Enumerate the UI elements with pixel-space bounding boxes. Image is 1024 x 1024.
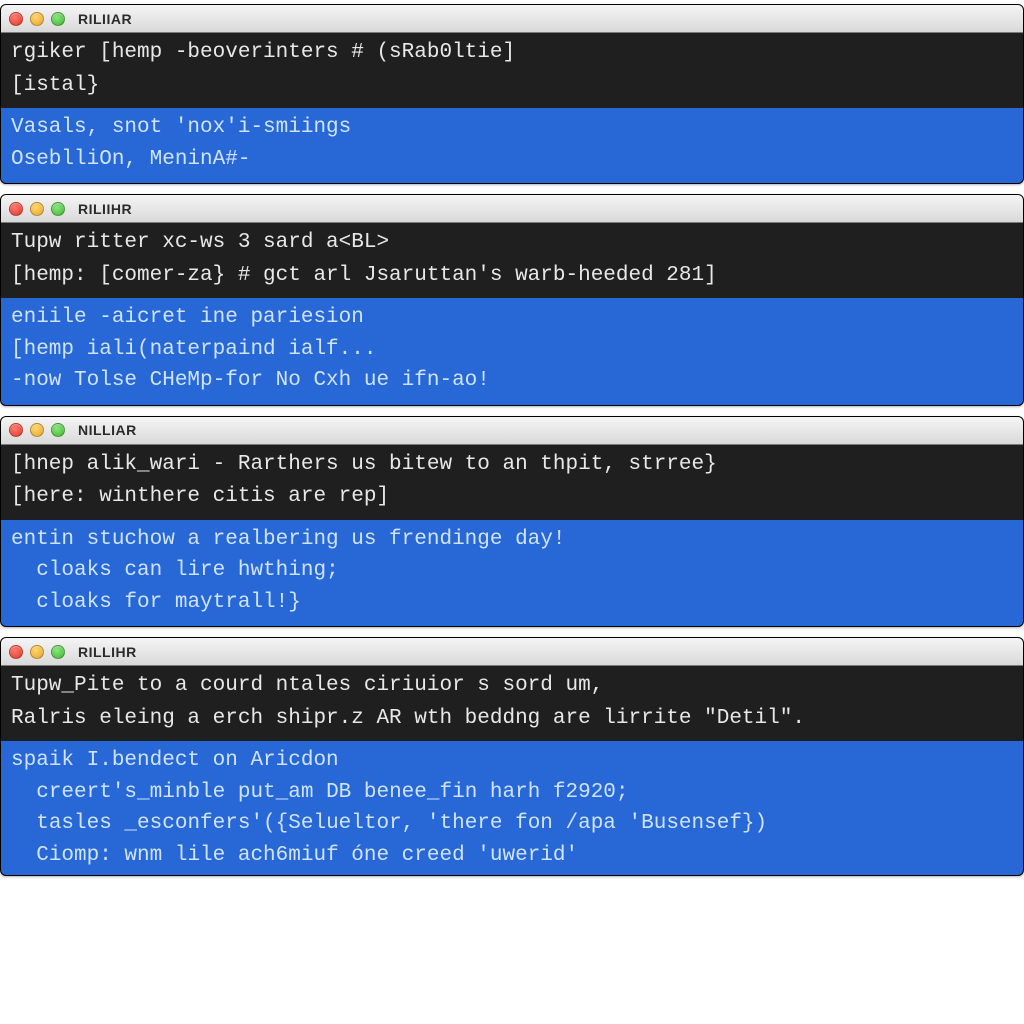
terminal-window: RILLIHR Tupw_Pite to a courd ntales ciri… [0,637,1024,876]
window-title: RILLIHR [78,644,137,660]
terminal-body[interactable]: Tupw ritter xc-ws 3 sard a<BL> [hemp: [c… [1,223,1023,405]
window-title: RILIIAR [78,11,132,27]
titlebar[interactable]: RILIIHR [1,195,1023,223]
terminal-window: NILLIAR [hnep alik_wari - Rarthers us bi… [0,416,1024,628]
minimize-icon[interactable] [30,202,44,216]
maximize-icon[interactable] [51,202,65,216]
output-block: entin stuchow a realbering us frendinge … [1,520,1023,627]
titlebar[interactable]: RILIIAR [1,5,1023,33]
window-title: RILIIHR [78,201,132,217]
window-title: NILLIAR [78,422,137,438]
maximize-icon[interactable] [51,12,65,26]
command-line[interactable]: rgiker [hemp -beoverinters # (sRab0ltie]… [1,33,1023,108]
close-icon[interactable] [9,202,23,216]
close-icon[interactable] [9,423,23,437]
minimize-icon[interactable] [30,645,44,659]
command-line[interactable]: [hnep alik_wari - Rarthers us bitew to a… [1,445,1023,520]
close-icon[interactable] [9,645,23,659]
minimize-icon[interactable] [30,423,44,437]
terminal-window: RILIIAR rgiker [hemp -beoverinters # (sR… [0,4,1024,184]
titlebar[interactable]: RILLIHR [1,638,1023,666]
command-line[interactable]: Tupw_Pite to a courd ntales ciriuior s s… [1,666,1023,741]
maximize-icon[interactable] [51,423,65,437]
titlebar[interactable]: NILLIAR [1,417,1023,445]
command-line[interactable]: Tupw ritter xc-ws 3 sard a<BL> [hemp: [c… [1,223,1023,298]
minimize-icon[interactable] [30,12,44,26]
terminal-body[interactable]: [hnep alik_wari - Rarthers us bitew to a… [1,445,1023,627]
output-block: spaik I.bendect on Aricdon creert's_minb… [1,741,1023,875]
output-block: eniile -aicret ine pariesion [hemp iali(… [1,298,1023,405]
maximize-icon[interactable] [51,645,65,659]
terminal-body[interactable]: rgiker [hemp -beoverinters # (sRab0ltie]… [1,33,1023,183]
output-block: Vasals, snot 'nox'i-smiings OseblliOn, M… [1,108,1023,183]
close-icon[interactable] [9,12,23,26]
terminal-window: RILIIHR Tupw ritter xc-ws 3 sard a<BL> [… [0,194,1024,406]
terminal-body[interactable]: Tupw_Pite to a courd ntales ciriuior s s… [1,666,1023,875]
